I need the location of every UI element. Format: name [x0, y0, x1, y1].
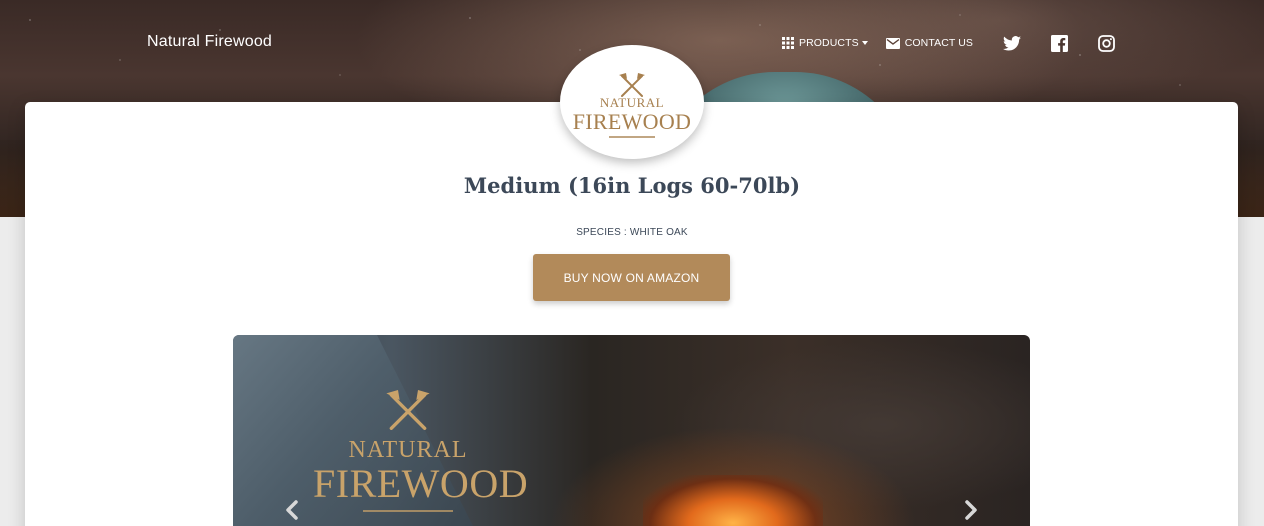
nav-products[interactable]: PRODUCTS — [782, 37, 868, 49]
instagram-icon — [1097, 34, 1115, 52]
carousel-prev-button[interactable] — [281, 498, 305, 522]
facebook-icon — [1050, 34, 1068, 52]
caret-down-icon — [861, 41, 868, 45]
product-title: Medium (16in Logs 60-70lb) — [463, 173, 801, 198]
crossed-axes-icon — [386, 390, 430, 430]
crossed-axes-icon — [619, 72, 645, 97]
logo-divider — [609, 135, 655, 138]
product-image-carousel: NATURAL FIREWOOD — [233, 335, 1030, 526]
carousel-logo-divider — [363, 510, 453, 512]
main-nav: PRODUCTS CONTACT US — [782, 34, 991, 52]
nav-products-label: PRODUCTS — [799, 37, 859, 49]
buy-on-amazon-button[interactable]: BUY NOW ON AMAZON — [533, 254, 730, 301]
chevron-right-icon — [965, 500, 977, 520]
brand-logo-badge: NATURAL FIREWOOD — [560, 45, 704, 159]
carousel-logo-firewood: FIREWOOD — [313, 461, 529, 506]
apps-grid-icon — [782, 37, 794, 49]
carousel-brand-logo: NATURAL FIREWOOD — [313, 390, 529, 512]
facebook-link[interactable] — [1050, 34, 1068, 52]
nav-contact-label: CONTACT US — [904, 37, 974, 49]
twitter-link[interactable] — [1003, 34, 1021, 52]
chevron-left-icon — [286, 500, 298, 520]
product-species: SPECIES : WHITE OAK — [576, 227, 688, 238]
carousel-next-button[interactable] — [958, 498, 982, 522]
brand-link[interactable]: Natural Firewood — [147, 33, 272, 51]
twitter-icon — [1003, 35, 1021, 51]
instagram-link[interactable] — [1097, 34, 1115, 52]
carousel-logo-natural: NATURAL — [348, 437, 468, 463]
logo-text-firewood: FIREWOOD — [572, 108, 692, 134]
carousel-campfire-image — [643, 475, 823, 526]
mail-icon — [885, 37, 900, 49]
nav-contact[interactable]: CONTACT US — [885, 37, 974, 49]
